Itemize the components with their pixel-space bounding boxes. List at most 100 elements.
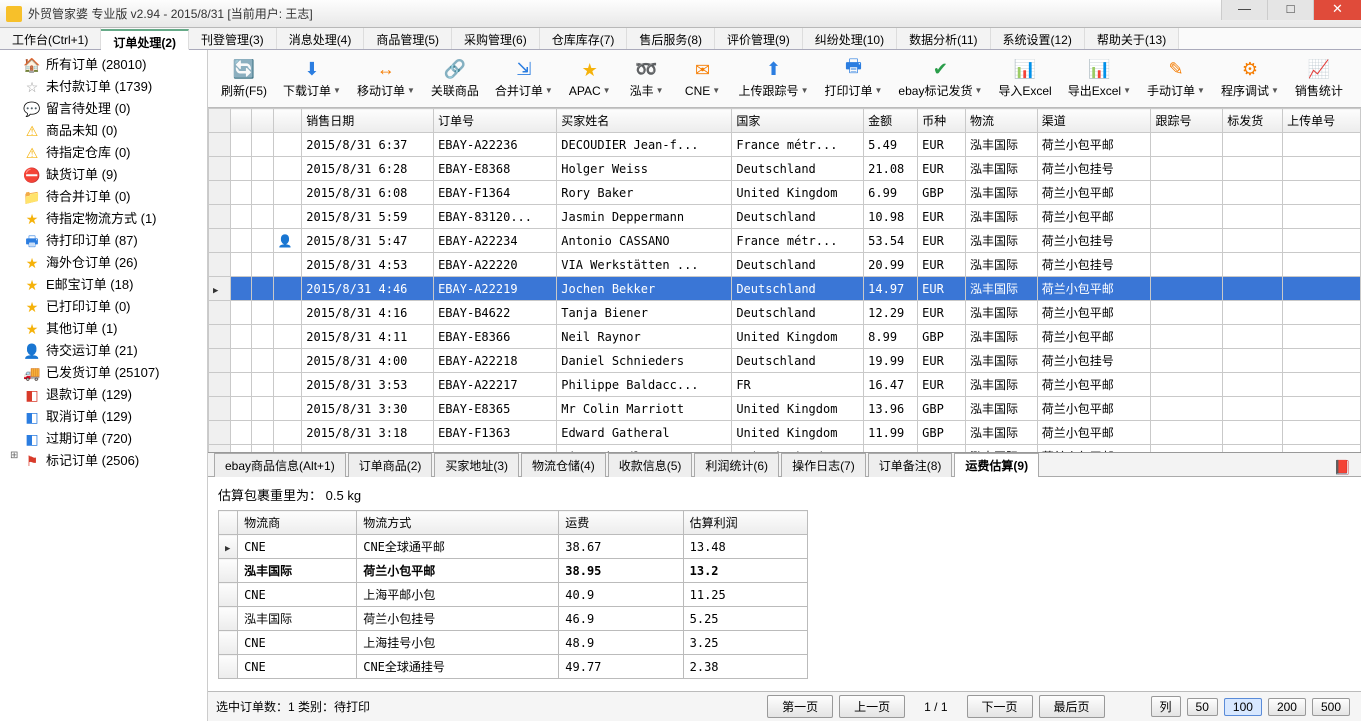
- cell[interactable]: [1151, 181, 1223, 205]
- cell[interactable]: [252, 421, 274, 445]
- cell[interactable]: [273, 373, 302, 397]
- cell[interactable]: EBAY-E8365: [434, 397, 557, 421]
- tree-expander[interactable]: ⊞: [10, 450, 18, 461]
- cell[interactable]: EBAY-E8368: [434, 157, 557, 181]
- row-header[interactable]: [209, 349, 231, 373]
- cell[interactable]: [273, 397, 302, 421]
- ship-row[interactable]: 泓丰国际荷兰小包挂号46.95.25: [219, 607, 808, 631]
- menu-tab-11[interactable]: 系统设置(12): [991, 28, 1085, 49]
- cell[interactable]: Jochen Bekker: [557, 277, 732, 301]
- col-header[interactable]: 订单号: [434, 109, 557, 133]
- cell[interactable]: [252, 277, 274, 301]
- ship-cell[interactable]: 48.9: [559, 631, 683, 655]
- ship-col-header[interactable]: [219, 511, 238, 535]
- cell[interactable]: VIA Werkstätten ...: [557, 253, 732, 277]
- cell[interactable]: [1223, 373, 1283, 397]
- cell[interactable]: EUR: [918, 253, 966, 277]
- detail-tab-7[interactable]: 订单备注(8): [868, 453, 953, 477]
- detail-tab-3[interactable]: 物流仓储(4): [521, 453, 606, 477]
- col-header[interactable]: [252, 109, 274, 133]
- row-header[interactable]: [209, 181, 231, 205]
- table-row[interactable]: 👤2015/8/31 5:47EBAY-A22234Antonio CASSAN…: [209, 229, 1361, 253]
- cell[interactable]: [1151, 349, 1223, 373]
- page-size-200[interactable]: 200: [1268, 698, 1306, 716]
- cell[interactable]: [230, 133, 252, 157]
- toolbar-导入Excel[interactable]: 📊导入Excel: [991, 55, 1058, 102]
- cell[interactable]: Neil Raynor: [557, 325, 732, 349]
- cell[interactable]: [273, 205, 302, 229]
- cell[interactable]: [1223, 445, 1283, 454]
- toolbar-CNE[interactable]: ✉CNE▼: [676, 57, 730, 101]
- sidebar-item-2[interactable]: 💬留言待处理 (0): [2, 98, 205, 120]
- cell[interactable]: DECOUDIER Jean-f...: [557, 133, 732, 157]
- page-size-500[interactable]: 500: [1312, 698, 1350, 716]
- ship-cell[interactable]: 泓丰国际: [238, 607, 357, 631]
- ship-row-header[interactable]: [219, 607, 238, 631]
- toolbar-打印订单[interactable]: 🖶打印订单▼: [817, 55, 889, 102]
- ship-col-header[interactable]: 物流商: [238, 511, 357, 535]
- table-row[interactable]: 2015/8/31 6:08EBAY-F1364Rory BakerUnited…: [209, 181, 1361, 205]
- cell[interactable]: 2015/8/31 4:16: [302, 301, 434, 325]
- col-header[interactable]: 跟踪号: [1151, 109, 1223, 133]
- cell[interactable]: [1151, 373, 1223, 397]
- ship-cell[interactable]: CNE: [238, 631, 357, 655]
- ship-cell[interactable]: 13.2: [683, 559, 807, 583]
- menu-tab-2[interactable]: 刊登管理(3): [189, 28, 277, 49]
- cell[interactable]: [273, 133, 302, 157]
- cell[interactable]: [1151, 229, 1223, 253]
- cell[interactable]: 👤: [273, 229, 302, 253]
- cell[interactable]: Daniel Schnieders: [557, 349, 732, 373]
- ship-row-header[interactable]: [219, 631, 238, 655]
- cell[interactable]: [1151, 133, 1223, 157]
- shipping-grid[interactable]: 物流商物流方式运费估算利润CNECNE全球通平邮38.6713.48泓丰国际荷兰…: [218, 510, 808, 679]
- page-size-50[interactable]: 50: [1187, 698, 1218, 716]
- column-button[interactable]: 列: [1151, 696, 1181, 717]
- cell[interactable]: [252, 205, 274, 229]
- table-row[interactable]: 2015/8/31 4:16EBAY-B4622Tanja BienerDeut…: [209, 301, 1361, 325]
- cell[interactable]: 2015/8/31 4:11: [302, 325, 434, 349]
- cell[interactable]: FR: [732, 373, 864, 397]
- ship-cell[interactable]: 49.77: [559, 655, 683, 679]
- cell[interactable]: 8.99: [864, 325, 918, 349]
- toolbar-泓丰[interactable]: ➿泓丰▼: [620, 55, 674, 102]
- table-row[interactable]: 2015/8/31 4:46EBAY-A22219Jochen BekkerDe…: [209, 277, 1361, 301]
- ship-row[interactable]: CNECNE全球通挂号49.772.38: [219, 655, 808, 679]
- cell[interactable]: [1283, 229, 1361, 253]
- table-row[interactable]: 2015/8/31 4:00EBAY-A22218Daniel Schniede…: [209, 349, 1361, 373]
- cell[interactable]: 2015/8/31 4:00: [302, 349, 434, 373]
- toolbar-程序调试[interactable]: ⚙程序调试▼: [1214, 55, 1286, 102]
- cell[interactable]: [230, 229, 252, 253]
- cell[interactable]: Mr Colin Marriott: [557, 397, 732, 421]
- ship-col-header[interactable]: 物流方式: [357, 511, 559, 535]
- menu-tab-0[interactable]: 工作台(Ctrl+1): [0, 28, 101, 49]
- cell[interactable]: [1223, 205, 1283, 229]
- cell[interactable]: 泓丰国际: [966, 181, 1038, 205]
- cell[interactable]: [1151, 325, 1223, 349]
- cell[interactable]: Philippe Baldacc...: [557, 373, 732, 397]
- detail-tab-8[interactable]: 运费估算(9): [954, 453, 1039, 477]
- cell[interactable]: Edward Gatheral: [557, 421, 732, 445]
- cell[interactable]: [273, 181, 302, 205]
- cell[interactable]: [252, 445, 274, 454]
- cell[interactable]: [273, 325, 302, 349]
- page-size-100[interactable]: 100: [1224, 698, 1262, 716]
- detail-tab-0[interactable]: ebay商品信息(Alt+1): [214, 453, 346, 477]
- cell[interactable]: 14.97: [864, 277, 918, 301]
- toolbar-上传跟踪号[interactable]: ⬆上传跟踪号▼: [732, 55, 816, 102]
- last-page-button[interactable]: 最后页: [1039, 695, 1105, 718]
- ship-cell[interactable]: 3.25: [683, 631, 807, 655]
- sidebar-item-11[interactable]: ★已打印订单 (0): [2, 296, 205, 318]
- cell[interactable]: EBAY-A22220: [434, 253, 557, 277]
- ship-cell[interactable]: CNE全球通挂号: [357, 655, 559, 679]
- cell[interactable]: 荷兰小包平邮: [1037, 301, 1151, 325]
- cell[interactable]: 荷兰小包挂号: [1037, 229, 1151, 253]
- sidebar-item-12[interactable]: ★其他订单 (1): [2, 318, 205, 340]
- cell[interactable]: [1223, 157, 1283, 181]
- cell[interactable]: 荷兰小包平邮: [1037, 373, 1151, 397]
- ship-row[interactable]: 泓丰国际荷兰小包平邮38.9513.2: [219, 559, 808, 583]
- cell[interactable]: EUR: [918, 277, 966, 301]
- ship-row-header[interactable]: [219, 535, 238, 559]
- cell[interactable]: GBP: [918, 421, 966, 445]
- cell[interactable]: [273, 421, 302, 445]
- toolbar-导出Excel[interactable]: 📊导出Excel▼: [1061, 55, 1138, 102]
